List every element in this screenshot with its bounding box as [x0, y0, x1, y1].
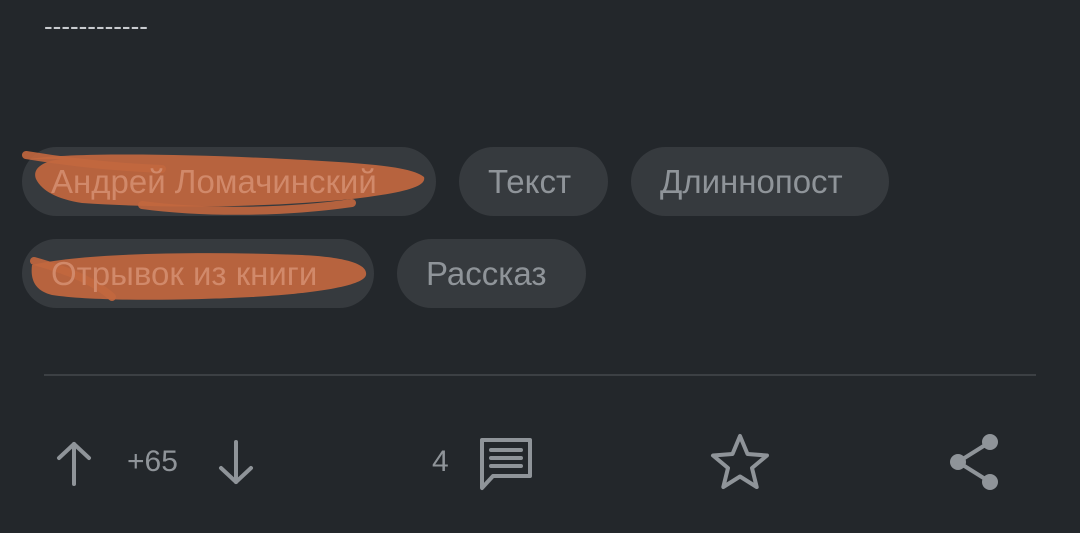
post-footer: ------------ Андрей Ломачинский Текст Дл…: [0, 0, 1080, 533]
tag-label: Длиннопост: [660, 163, 843, 200]
tag-label: Андрей Ломачинский: [51, 163, 377, 200]
tag-list: Андрей Ломачинский Текст Длиннопост Отры…: [22, 147, 1022, 331]
tag-chip[interactable]: Рассказ: [397, 239, 586, 308]
share-icon[interactable]: [946, 432, 1004, 492]
separator-dashes: ------------: [44, 11, 148, 41]
upvote-arrow-icon[interactable]: [55, 440, 93, 486]
tag-chip[interactable]: Длиннопост: [631, 147, 889, 216]
rating-value: +65: [127, 445, 178, 478]
tag-row-1: Андрей Ломачинский Текст Длиннопост: [22, 147, 1022, 216]
downvote-arrow-icon[interactable]: [217, 440, 255, 486]
tag-label: Отрывок из книги: [51, 255, 318, 292]
tag-row-2: Отрывок из книги Рассказ: [22, 239, 1022, 308]
action-bar: +65 4: [0, 420, 1080, 504]
tag-chip[interactable]: Отрывок из книги: [22, 239, 374, 308]
comments-icon[interactable]: [477, 434, 535, 492]
tag-label: Текст: [488, 163, 572, 200]
comments-count: 4: [432, 445, 449, 478]
favorite-star-icon[interactable]: [709, 432, 771, 490]
tag-chip[interactable]: Текст: [459, 147, 608, 216]
tag-chip[interactable]: Андрей Ломачинский: [22, 147, 436, 216]
divider: [44, 374, 1036, 376]
tag-label: Рассказ: [426, 255, 547, 292]
